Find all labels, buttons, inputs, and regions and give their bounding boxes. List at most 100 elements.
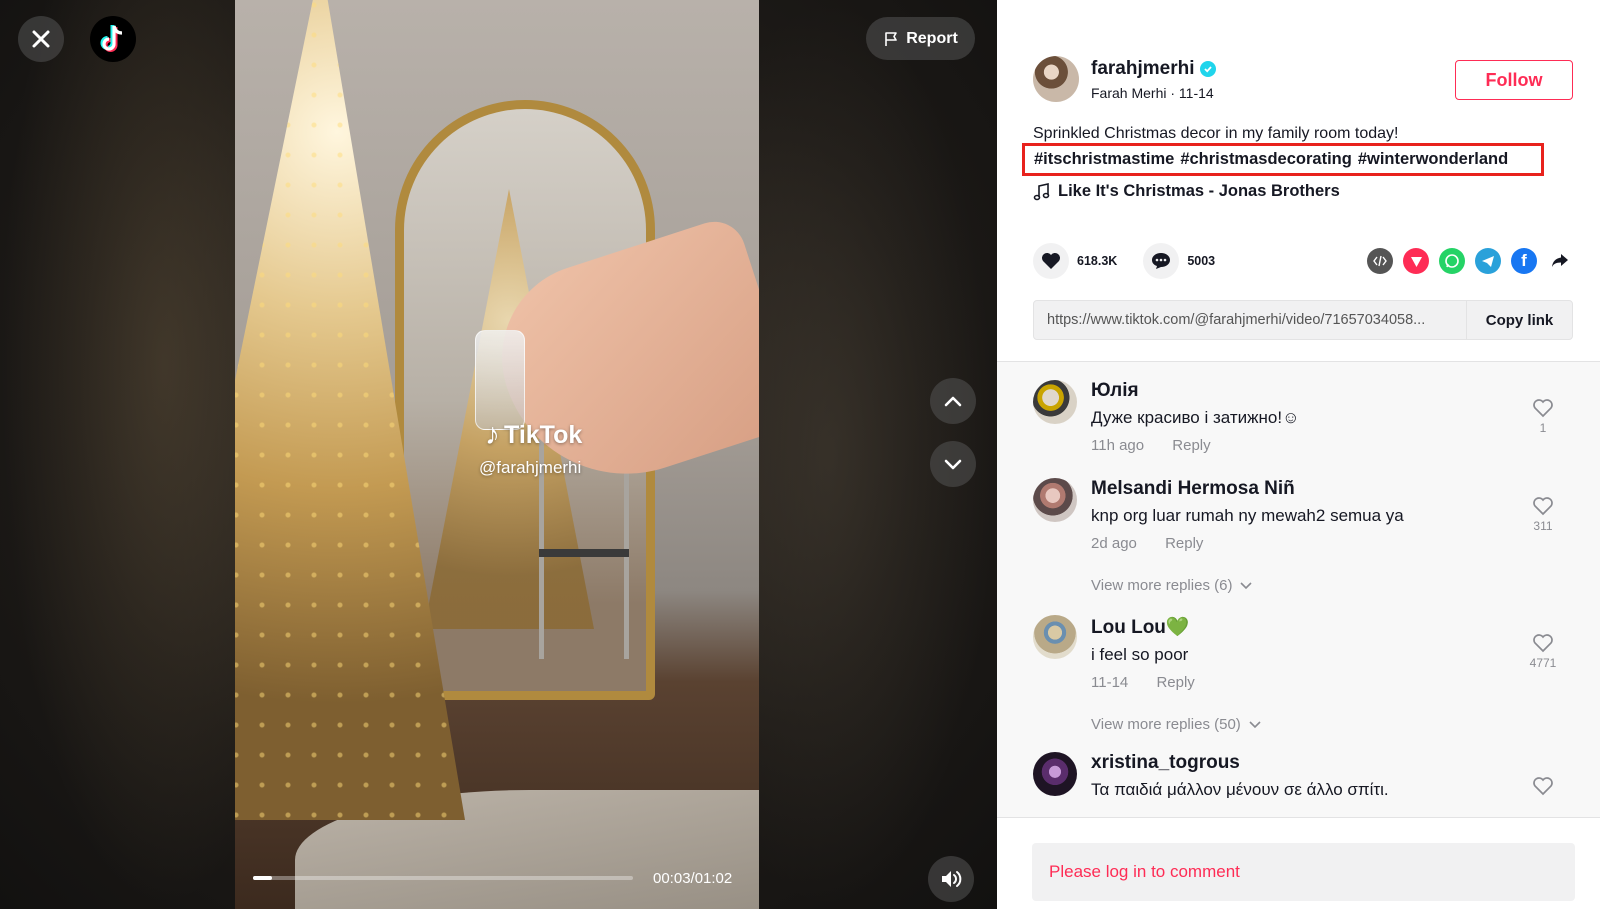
commenter-avatar[interactable] <box>1033 478 1077 522</box>
comment-meta: 11-14 Reply <box>1091 674 1511 691</box>
login-to-comment-link[interactable]: Please log in to comment <box>1032 843 1575 901</box>
commenter-name[interactable]: Melsandi Hermosa Niñ <box>1091 478 1511 500</box>
heart-outline-icon <box>1533 777 1553 796</box>
author-avatar[interactable] <box>1033 56 1079 102</box>
view-more-replies-label: View more replies (50) <box>1091 716 1241 733</box>
whatsapp-share-button[interactable] <box>1439 248 1465 274</box>
volume-button[interactable] <box>928 856 974 902</box>
engagement-stats: 618.3K 5003 <box>1033 243 1241 279</box>
heart-icon <box>1042 253 1060 269</box>
author-info[interactable]: farahjmerhi Farah Merhi · 11-14 <box>1033 56 1217 102</box>
video-player-area: ♪ TikTok @farahjmerhi 00:03/01:02 Report <box>0 0 997 909</box>
commenter-name[interactable]: Lou Lou💚 <box>1091 615 1511 639</box>
comment-like[interactable]: 1 <box>1523 398 1563 435</box>
comment-bubble-icon <box>1152 253 1171 269</box>
comment-text: Τα παιδιά μάλλον μένουν σε άλλο σπίτι. <box>1091 780 1389 799</box>
commenter-avatar[interactable] <box>1033 752 1077 796</box>
next-video-button[interactable] <box>930 441 976 487</box>
commenter-avatar[interactable] <box>1033 615 1077 659</box>
flag-icon <box>885 31 898 46</box>
comment-like[interactable]: 311 <box>1523 496 1563 533</box>
hashtag-link[interactable]: #winterwonderland <box>1358 150 1508 169</box>
send-to-friends-button[interactable] <box>1403 248 1429 274</box>
speaker-icon <box>942 871 962 887</box>
whatsapp-icon <box>1445 254 1459 268</box>
video-link-url[interactable]: https://www.tiktok.com/@farahjmerhi/vide… <box>1034 312 1466 328</box>
comment-meta: 2d ago Reply <box>1091 535 1511 552</box>
more-share-button[interactable] <box>1547 248 1573 274</box>
post-date: 11-14 <box>1178 84 1214 101</box>
music-link[interactable]: Like It's Christmas - Jonas Brothers <box>1033 182 1340 201</box>
video-progress-bar[interactable] <box>253 876 633 880</box>
heart-outline-icon <box>1533 634 1553 653</box>
comment-count: 5003 <box>1187 254 1216 268</box>
like-button[interactable] <box>1033 243 1069 279</box>
progress-fill <box>253 876 272 880</box>
comment-like-count: 1 <box>1539 421 1547 435</box>
like-count: 618.3K <box>1077 254 1118 268</box>
video-frame[interactable]: ♪ TikTok @farahjmerhi <box>235 0 759 909</box>
author-name: farahjmerhi <box>1091 58 1217 80</box>
tiktok-logo-button[interactable] <box>90 16 136 62</box>
previous-video-button[interactable] <box>930 378 976 424</box>
author-subline: Farah Merhi · 11-14 <box>1091 85 1216 101</box>
comment-body: xristina_togrous Τα παιδιά μάλλον μένουν… <box>1091 752 1511 800</box>
watermark-brand: TikTok <box>504 420 583 449</box>
comment-text: i feel so poor <box>1091 645 1189 664</box>
verified-check-icon <box>1204 65 1213 73</box>
video-details-panel: farahjmerhi Farah Merhi · 11-14 Follow S… <box>997 0 1600 909</box>
heart-outline-icon <box>1533 497 1553 516</box>
author-username[interactable]: farahjmerhi <box>1091 58 1194 80</box>
facebook-icon: f <box>1521 251 1527 270</box>
comment-body: Юлія Дуже красиво і затижно!☺ 11h ago Re… <box>1091 380 1511 454</box>
commenter-name[interactable]: Юлія <box>1091 380 1511 402</box>
chevron-down-icon <box>1249 720 1261 728</box>
view-more-replies-label: View more replies (6) <box>1091 577 1233 594</box>
commenter-avatar[interactable] <box>1033 380 1077 424</box>
comment-body: Lou Lou💚 i feel so poor 11-14 Reply View… <box>1091 615 1511 733</box>
facebook-share-button[interactable]: f <box>1511 248 1537 274</box>
video-time: 00:03/01:02 <box>653 870 733 887</box>
comment-body: Melsandi Hermosa Niñ knp org luar rumah … <box>1091 478 1511 594</box>
comment-list[interactable]: Юлія Дуже красиво і затижно!☺ 11h ago Re… <box>997 362 1600 817</box>
comment-like[interactable]: 4771 <box>1523 633 1563 670</box>
verified-badge-icon <box>1200 60 1217 77</box>
view-more-replies[interactable]: View more replies (50) <box>1091 716 1511 733</box>
watermark-handle: @farahjmerhi <box>479 458 582 477</box>
embed-button[interactable] <box>1367 248 1393 274</box>
music-title: Like It's Christmas - Jonas Brothers <box>1058 182 1340 200</box>
chevron-down-icon <box>1240 581 1253 589</box>
comment-time: 11h ago <box>1091 437 1145 454</box>
reply-button[interactable]: Reply <box>1172 437 1210 454</box>
reply-button[interactable]: Reply <box>1156 674 1194 691</box>
hashtag-link[interactable]: #itschristmastime <box>1034 150 1174 169</box>
comment-text: Дуже красиво і затижно!☺ <box>1091 408 1300 427</box>
close-button[interactable] <box>18 16 64 62</box>
hashtag-link[interactable]: #christmasdecorating <box>1180 150 1351 169</box>
comment-button[interactable] <box>1143 243 1180 279</box>
view-more-replies[interactable]: View more replies (6) <box>1091 577 1511 594</box>
paper-plane-icon <box>1410 256 1422 267</box>
chevron-down-icon <box>944 459 962 470</box>
watermark-logo: ♪ TikTok <box>485 420 582 450</box>
heart-outline-icon <box>1533 399 1553 418</box>
copy-link-button[interactable]: Copy link <box>1466 301 1572 339</box>
reply-button[interactable]: Reply <box>1165 535 1203 552</box>
music-note-icon <box>1033 182 1050 200</box>
close-icon <box>32 30 50 48</box>
comment-like-count: 4771 <box>1529 656 1557 670</box>
comment-like[interactable] <box>1523 776 1563 799</box>
video-link-box: https://www.tiktok.com/@farahjmerhi/vide… <box>1033 300 1573 340</box>
report-button[interactable]: Report <box>866 17 975 60</box>
telegram-icon <box>1482 255 1494 267</box>
telegram-share-button[interactable] <box>1475 248 1501 274</box>
author-display-name: Farah Merhi <box>1091 84 1167 101</box>
follow-button[interactable]: Follow <box>1455 60 1573 100</box>
comment-meta: 11h ago Reply <box>1091 437 1511 454</box>
tiktok-video-page: ♪ TikTok @farahjmerhi 00:03/01:02 Report… <box>0 0 1600 909</box>
share-arrow-icon <box>1552 254 1568 267</box>
embed-code-icon <box>1373 255 1387 267</box>
author-separator: · <box>1170 84 1179 101</box>
commenter-name[interactable]: xristina_togrous <box>1091 752 1511 774</box>
hashtags-highlighted: #itschristmastime #christmasdecorating #… <box>1022 143 1544 176</box>
